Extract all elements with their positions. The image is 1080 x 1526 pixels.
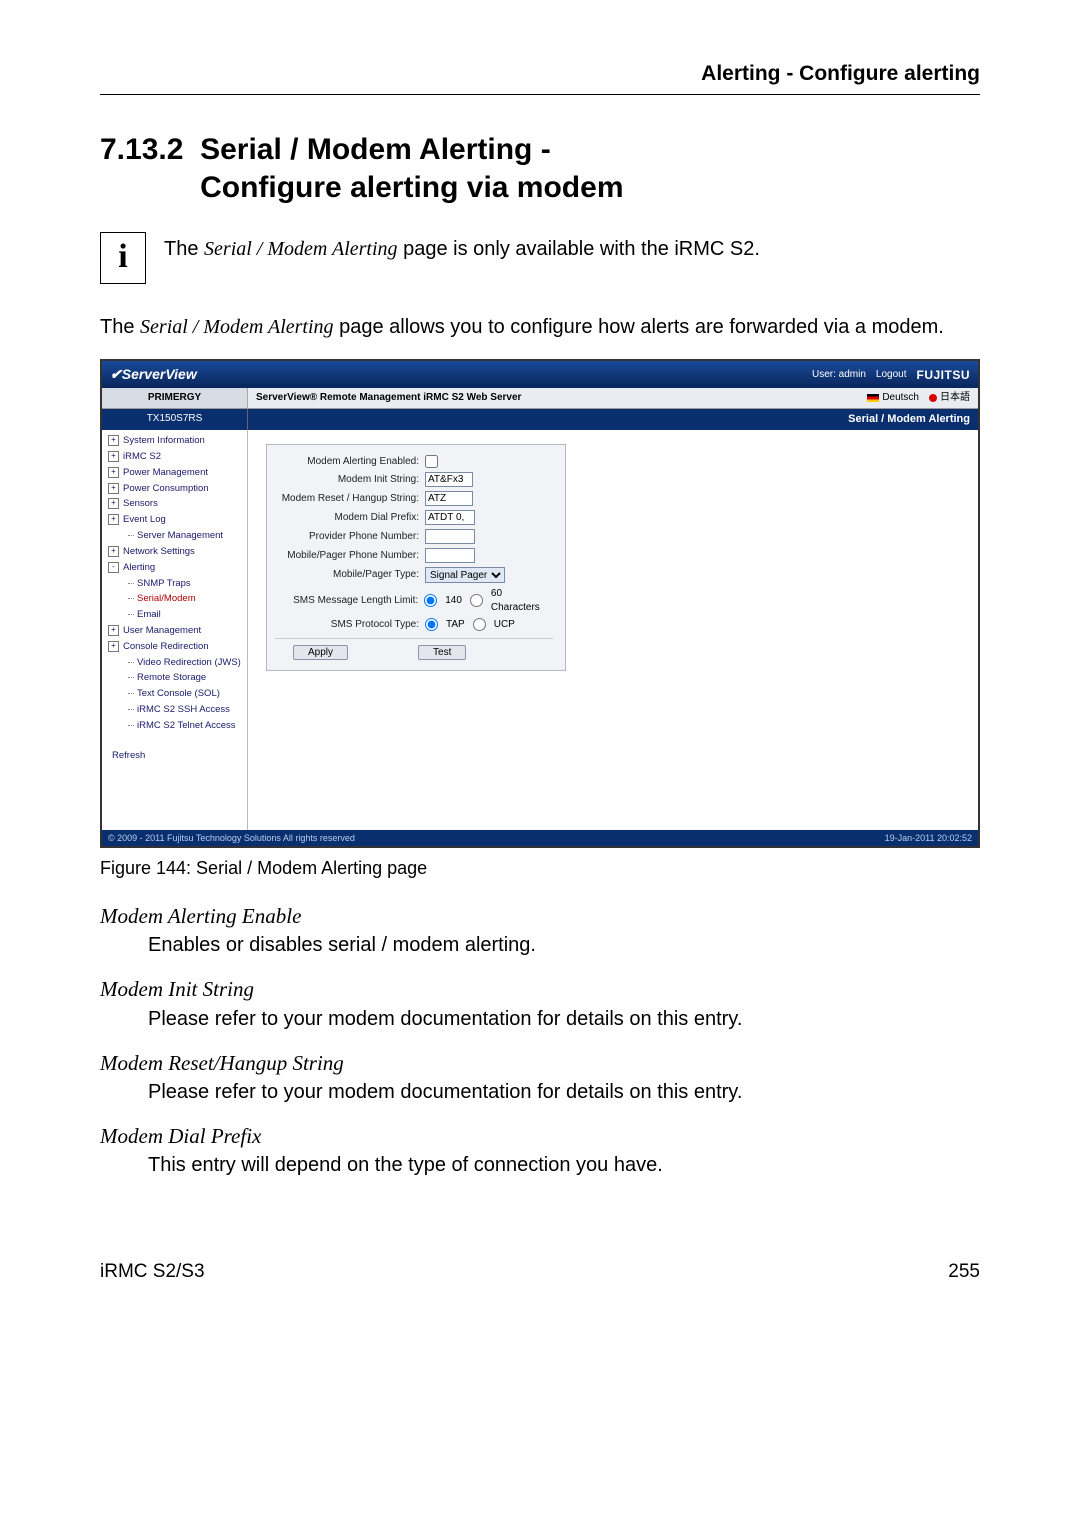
sms-len-140-text: 140 [445,594,462,608]
nav-power-management[interactable]: Power Management [106,465,245,481]
nav-system-information[interactable]: System Information [106,434,245,450]
enabled-checkbox[interactable] [425,455,438,468]
lang-japanese-link[interactable]: 日本語 [929,391,970,405]
app-window: ✔ServerView User: admin Logout FUJITSU P… [100,359,980,847]
dial-input[interactable] [425,510,475,525]
info-icon: i [100,232,146,284]
modem-alerting-form: Modem Alerting Enabled: Modem Init Strin… [266,444,566,671]
section-number: 7.13.2 [100,133,183,166]
brand-logo: ✔ServerView [110,365,197,384]
info-text: The Serial / Modem Alerting page is only… [164,232,760,263]
nav-ssh-access[interactable]: iRMC S2 SSH Access [106,703,245,719]
nav-telnet-access[interactable]: iRMC S2 Telnet Access [106,718,245,734]
section-title-2: Configure alerting via modem [200,171,623,204]
pager-type-label: Mobile/Pager Type: [275,568,425,582]
def-body-0: Enables or disables serial / modem alert… [100,932,980,959]
user-label: User: admin [812,368,866,382]
sms-proto-ucp-text: UCP [494,618,515,632]
definition-list: Modem Alerting Enable Enables or disable… [100,902,980,1179]
nav-user-management[interactable]: User Management [106,623,245,639]
nav-serial-modem[interactable]: Serial/Modem [106,592,245,608]
app-thirdbar: TX150S7RS Serial / Modem Alerting [102,409,978,430]
app-secondbar: PRIMERGY ServerView® Remote Management i… [102,388,978,409]
section-title-1: Serial / Modem Alerting - [200,133,551,166]
apply-button[interactable]: Apply [293,645,348,660]
sms-len-label: SMS Message Length Limit: [275,594,424,608]
model-label: TX150S7RS [102,409,248,430]
def-body-3: This entry will depend on the type of co… [100,1152,980,1179]
nav-power-consumption[interactable]: Power Consumption [106,481,245,497]
nav-server-management[interactable]: Server Management [106,529,245,545]
footer-copyright: © 2009 - 2011 Fujitsu Technology Solutio… [108,832,355,844]
lang-german-link[interactable]: Deutsch [867,391,919,405]
sms-proto-tap-radio[interactable] [425,618,438,631]
nav-sensors[interactable]: Sensors [106,497,245,513]
intro-paragraph: The Serial / Modem Alerting page allows … [100,314,980,341]
provider-label: Provider Phone Number: [275,530,425,544]
sms-proto-tap-text: TAP [446,618,465,632]
nav-event-log[interactable]: Event Log [106,513,245,529]
test-button[interactable]: Test [418,645,466,660]
init-label: Modem Init String: [275,473,425,487]
nav-email[interactable]: Email [106,608,245,624]
def-term-2: Modem Reset/Hangup String [100,1049,980,1077]
reset-label: Modem Reset / Hangup String: [275,492,425,506]
app-subtitle: ServerView® Remote Management iRMC S2 We… [248,388,859,408]
nav-refresh[interactable]: Refresh [106,748,245,764]
primergy-label: PRIMERGY [102,388,248,408]
page-footer: iRMC S2/S3 255 [100,1259,980,1285]
nav-remote-storage[interactable]: Remote Storage [106,671,245,687]
mobile-input[interactable] [425,548,475,563]
nav-console-redirection[interactable]: Console Redirection [106,639,245,655]
company-logo: FUJITSU [916,367,970,383]
provider-input[interactable] [425,529,475,544]
mobile-label: Mobile/Pager Phone Number: [275,549,425,563]
info-box: i The Serial / Modem Alerting page is on… [100,232,980,284]
def-term-3: Modem Dial Prefix [100,1122,980,1150]
footer-product: iRMC S2/S3 [100,1259,205,1285]
section-heading: 7.13.2 Serial / Modem Alerting - 7.13.2 … [100,131,980,206]
def-term-0: Modem Alerting Enable [100,902,980,930]
def-term-1: Modem Init String [100,975,980,1003]
nav-alerting[interactable]: Alerting [106,560,245,576]
figure-caption: Figure 144: Serial / Modem Alerting page [100,856,980,880]
dial-label: Modem Dial Prefix: [275,511,425,525]
logout-link[interactable]: Logout [876,368,907,382]
pager-type-select[interactable]: Signal Pager [425,567,505,583]
footer-timestamp: 19-Jan-2011 20:02:52 [885,832,972,844]
app-footer: © 2009 - 2011 Fujitsu Technology Solutio… [102,830,978,846]
def-body-2: Please refer to your modem documentation… [100,1079,980,1106]
def-body-1: Please refer to your modem documentation… [100,1006,980,1033]
sms-len-60-text: 60 Characters [491,587,553,614]
sms-proto-label: SMS Protocol Type: [275,618,425,632]
sms-len-140-radio[interactable] [424,594,437,607]
footer-page-number: 255 [948,1259,980,1285]
nav-video-redirection[interactable]: Video Redirection (JWS) [106,655,245,671]
nav-network-settings[interactable]: Network Settings [106,544,245,560]
nav-snmp-traps[interactable]: SNMP Traps [106,576,245,592]
init-input[interactable] [425,472,473,487]
page-title: Serial / Modem Alerting [248,409,978,430]
page-breadcrumb: Alerting - Configure alerting [100,60,980,95]
app-topbar: ✔ServerView User: admin Logout FUJITSU [102,361,978,388]
sms-proto-ucp-radio[interactable] [473,618,486,631]
sms-len-60-radio[interactable] [470,594,483,607]
reset-input[interactable] [425,491,473,506]
content-pane: Modem Alerting Enabled: Modem Init Strin… [248,430,978,830]
nav-text-console[interactable]: Text Console (SOL) [106,687,245,703]
enabled-label: Modem Alerting Enabled: [275,455,425,469]
nav-irmc-s2[interactable]: iRMC S2 [106,449,245,465]
nav-tree: System Information iRMC S2 Power Managem… [102,430,248,830]
